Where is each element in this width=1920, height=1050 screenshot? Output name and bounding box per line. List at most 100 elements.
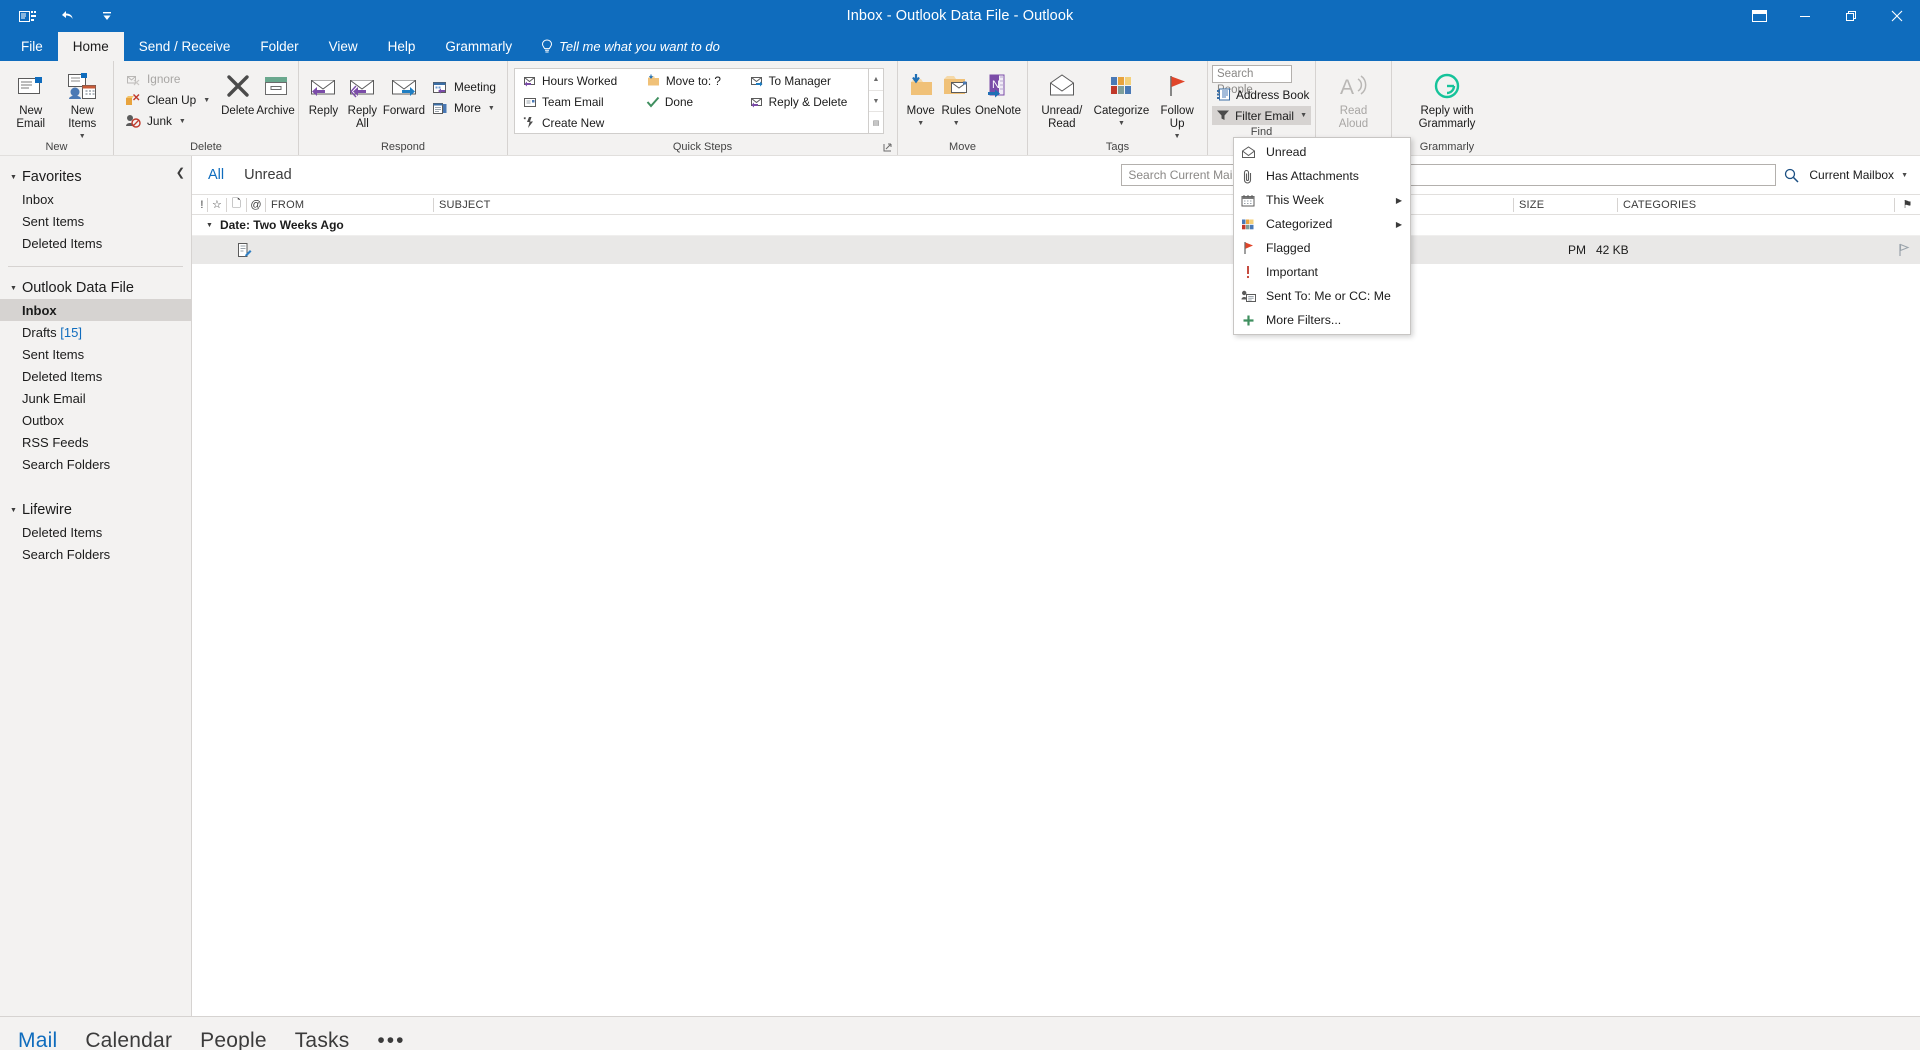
menu-item-has-attachments[interactable]: Has Attachments bbox=[1234, 164, 1410, 188]
module-calendar[interactable]: Calendar bbox=[85, 1029, 172, 1050]
sidebar-item-deleted-items[interactable]: Deleted Items bbox=[0, 365, 191, 387]
undo-icon[interactable] bbox=[54, 4, 80, 28]
column-flag[interactable]: ⚑ bbox=[1894, 197, 1920, 212]
close-icon[interactable] bbox=[1874, 0, 1920, 32]
ignore-button[interactable]: Ignore bbox=[120, 69, 215, 89]
column-categories[interactable]: CATEGORIES bbox=[1617, 197, 1894, 212]
ribbon-display-options-icon[interactable] bbox=[1736, 0, 1782, 32]
date-group-header[interactable]: ▼ Date: Two Weeks Ago bbox=[192, 215, 1920, 236]
nav-section-lifewire[interactable]: ▼ Lifewire bbox=[0, 499, 191, 521]
column-size[interactable]: SIZE bbox=[1513, 197, 1617, 212]
delete-button[interactable]: Delete bbox=[221, 66, 254, 132]
reply-button[interactable]: Reply bbox=[305, 66, 342, 132]
sidebar-item-favorites-deleted-items[interactable]: Deleted Items bbox=[0, 232, 191, 254]
search-input[interactable]: Search Current Mailbox bbox=[1121, 164, 1777, 186]
menu-item-important[interactable]: Important bbox=[1234, 260, 1410, 284]
move-button[interactable]: Move ▼ bbox=[904, 66, 937, 132]
scroll-up-icon[interactable]: ▲ bbox=[869, 69, 883, 91]
quick-steps-scrollbar[interactable]: ▲ ▼ ▤ bbox=[868, 69, 883, 133]
tab-view[interactable]: View bbox=[314, 32, 373, 61]
sidebar-item-lifewire-search-folders[interactable]: Search Folders bbox=[0, 543, 191, 565]
scroll-down-icon[interactable]: ▼ bbox=[869, 91, 883, 113]
menu-item-sent-to-me[interactable]: Sent To: Me or CC: Me bbox=[1234, 284, 1410, 308]
search-scope-selector[interactable]: Current Mailbox ▼ bbox=[1799, 168, 1914, 182]
quick-steps-dialog-launcher[interactable] bbox=[882, 142, 894, 154]
tab-help[interactable]: Help bbox=[373, 32, 431, 61]
menu-item-unread[interactable]: Unread bbox=[1234, 140, 1410, 164]
table-row[interactable]: PM 42 KB bbox=[192, 236, 1920, 264]
quick-step-hours-worked[interactable]: Hours Worked bbox=[517, 70, 636, 91]
sidebar-item-favorites-sent-items[interactable]: Sent Items bbox=[0, 210, 191, 232]
minimize-icon[interactable] bbox=[1782, 0, 1828, 32]
filter-tab-unread[interactable]: Unread bbox=[244, 167, 292, 183]
follow-up-button[interactable]: Follow Up ▼ bbox=[1153, 66, 1201, 140]
archive-button[interactable]: Archive bbox=[256, 66, 295, 132]
junk-button[interactable]: Junk ▼ bbox=[120, 111, 215, 131]
new-items-button[interactable]: New Items ▼ bbox=[58, 66, 108, 140]
more-respond-button[interactable]: More ▼ bbox=[427, 98, 501, 118]
tab-home[interactable]: Home bbox=[57, 32, 124, 61]
quick-step-create-new[interactable]: Create New bbox=[517, 112, 636, 133]
sidebar-item-search-folders[interactable]: Search Folders bbox=[0, 453, 191, 475]
module-more-icon[interactable]: ••• bbox=[377, 1029, 405, 1050]
row-flag-icon[interactable] bbox=[1892, 236, 1920, 264]
address-book-button[interactable]: Address Book bbox=[1212, 85, 1311, 104]
quick-step-team-email[interactable]: Team Email bbox=[517, 91, 636, 112]
collapse-folder-pane-icon[interactable]: ❮ bbox=[176, 166, 185, 179]
grammarly-icon bbox=[1434, 70, 1460, 102]
unread-read-button[interactable]: Unread/ Read bbox=[1034, 66, 1090, 132]
onenote-button[interactable]: N OneNote bbox=[975, 66, 1021, 132]
chevron-down-icon[interactable]: ▼ bbox=[206, 222, 213, 229]
quick-steps-more-icon[interactable]: ▤ bbox=[869, 112, 883, 133]
filter-tab-all[interactable]: All bbox=[208, 167, 224, 183]
menu-item-this-week[interactable]: This Week ▶ bbox=[1234, 188, 1410, 212]
column-from[interactable]: FROM bbox=[265, 197, 433, 212]
sidebar-item-outbox[interactable]: Outbox bbox=[0, 409, 191, 431]
new-email-button[interactable]: New Email bbox=[6, 66, 56, 132]
customize-qat-icon[interactable] bbox=[94, 4, 120, 28]
menu-item-flagged[interactable]: Flagged bbox=[1234, 236, 1410, 260]
module-tasks[interactable]: Tasks bbox=[295, 1029, 350, 1050]
module-mail[interactable]: Mail bbox=[18, 1029, 57, 1050]
module-people[interactable]: People bbox=[200, 1029, 267, 1050]
filter-email-button[interactable]: Filter Email ▼ bbox=[1212, 106, 1311, 125]
tab-send-receive[interactable]: Send / Receive bbox=[124, 32, 246, 61]
forward-button[interactable]: Forward bbox=[383, 66, 425, 132]
sidebar-item-favorites-inbox[interactable]: Inbox bbox=[0, 188, 191, 210]
quick-step-to-manager[interactable]: To Manager bbox=[744, 70, 866, 91]
sidebar-item-sent-items[interactable]: Sent Items bbox=[0, 343, 191, 365]
sidebar-item-inbox[interactable]: Inbox bbox=[0, 299, 191, 321]
column-reminder[interactable]: ☆ bbox=[207, 197, 226, 212]
column-icon[interactable]: 🗋 bbox=[226, 197, 246, 212]
quick-step-reply-delete[interactable]: Reply & Delete bbox=[744, 91, 866, 112]
menu-item-categorized[interactable]: Categorized ▶ bbox=[1234, 212, 1410, 236]
rules-button[interactable]: Rules ▼ bbox=[939, 66, 972, 132]
read-aloud-button[interactable]: A Read Aloud bbox=[1327, 66, 1381, 132]
sidebar-item-drafts[interactable]: Drafts [15] bbox=[0, 321, 191, 343]
nav-section-outlook-data-file[interactable]: ▼ Outlook Data File bbox=[0, 277, 191, 299]
sidebar-item-lifewire-deleted-items[interactable]: Deleted Items bbox=[0, 521, 191, 543]
reply-all-button[interactable]: Reply All bbox=[344, 66, 381, 132]
quick-step-done[interactable]: Done bbox=[640, 91, 740, 112]
quick-step-move-to[interactable]: Move to: ? bbox=[640, 70, 740, 91]
search-people-input[interactable]: Search People bbox=[1212, 65, 1292, 96]
menu-item-more-filters[interactable]: More Filters... bbox=[1234, 308, 1410, 332]
categorize-button[interactable]: Categorize ▼ bbox=[1092, 66, 1152, 132]
meeting-button[interactable]: Meeting bbox=[427, 77, 501, 97]
search-icon[interactable] bbox=[1784, 168, 1799, 183]
restore-icon[interactable] bbox=[1828, 0, 1874, 32]
sidebar-item-junk-email[interactable]: Junk Email bbox=[0, 387, 191, 409]
filter-icon bbox=[1216, 109, 1230, 122]
send-receive-icon[interactable] bbox=[14, 4, 40, 28]
tab-file[interactable]: File bbox=[6, 32, 58, 61]
nav-section-favorites[interactable]: ▼ Favorites bbox=[0, 166, 191, 188]
tab-folder[interactable]: Folder bbox=[245, 32, 313, 61]
column-attachment[interactable]: @ bbox=[246, 197, 265, 212]
tell-me-search[interactable]: Tell me what you want to do bbox=[527, 32, 734, 61]
chevron-down-icon: ▼ bbox=[1118, 119, 1125, 127]
sidebar-item-rss-feeds[interactable]: RSS Feeds bbox=[0, 431, 191, 453]
clean-up-button[interactable]: Clean Up ▼ bbox=[120, 90, 215, 110]
reply-with-grammarly-button[interactable]: Reply with Grammarly bbox=[1405, 66, 1489, 132]
tab-grammarly[interactable]: Grammarly bbox=[430, 32, 527, 61]
column-importance[interactable]: ! bbox=[192, 198, 207, 212]
